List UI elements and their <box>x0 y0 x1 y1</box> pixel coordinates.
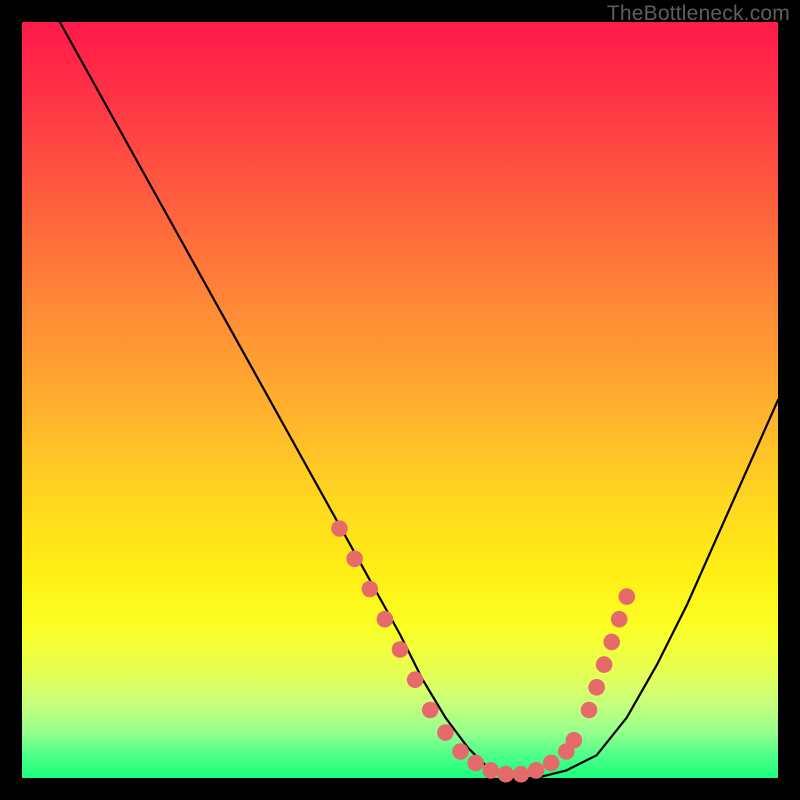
highlight-dot <box>566 732 583 749</box>
bottleneck-curve <box>60 22 778 778</box>
highlight-dot <box>513 766 530 783</box>
highlight-dot <box>588 679 605 696</box>
chart-frame: TheBottleneck.com <box>0 0 800 800</box>
highlight-dot <box>611 611 628 628</box>
chart-plot-area <box>22 22 778 778</box>
highlight-dot <box>437 724 454 741</box>
highlight-dot <box>467 755 484 772</box>
watermark-text: TheBottleneck.com <box>607 2 790 26</box>
highlight-dot <box>392 641 409 658</box>
highlight-dot <box>362 581 379 598</box>
highlight-dot <box>619 588 636 605</box>
highlight-dot <box>581 702 598 719</box>
highlight-dot-group <box>331 520 635 782</box>
highlight-dot <box>407 671 424 688</box>
highlight-dot <box>452 743 469 760</box>
highlight-dot <box>543 755 560 772</box>
highlight-dot <box>603 634 620 651</box>
chart-svg-layer <box>22 22 778 778</box>
highlight-dot <box>346 551 363 568</box>
highlight-dot <box>596 656 613 673</box>
highlight-dot <box>482 762 499 779</box>
highlight-dot <box>377 611 394 628</box>
highlight-dot <box>331 520 348 537</box>
highlight-dot <box>498 766 515 783</box>
highlight-dot <box>528 762 545 779</box>
highlight-dot <box>422 702 439 719</box>
